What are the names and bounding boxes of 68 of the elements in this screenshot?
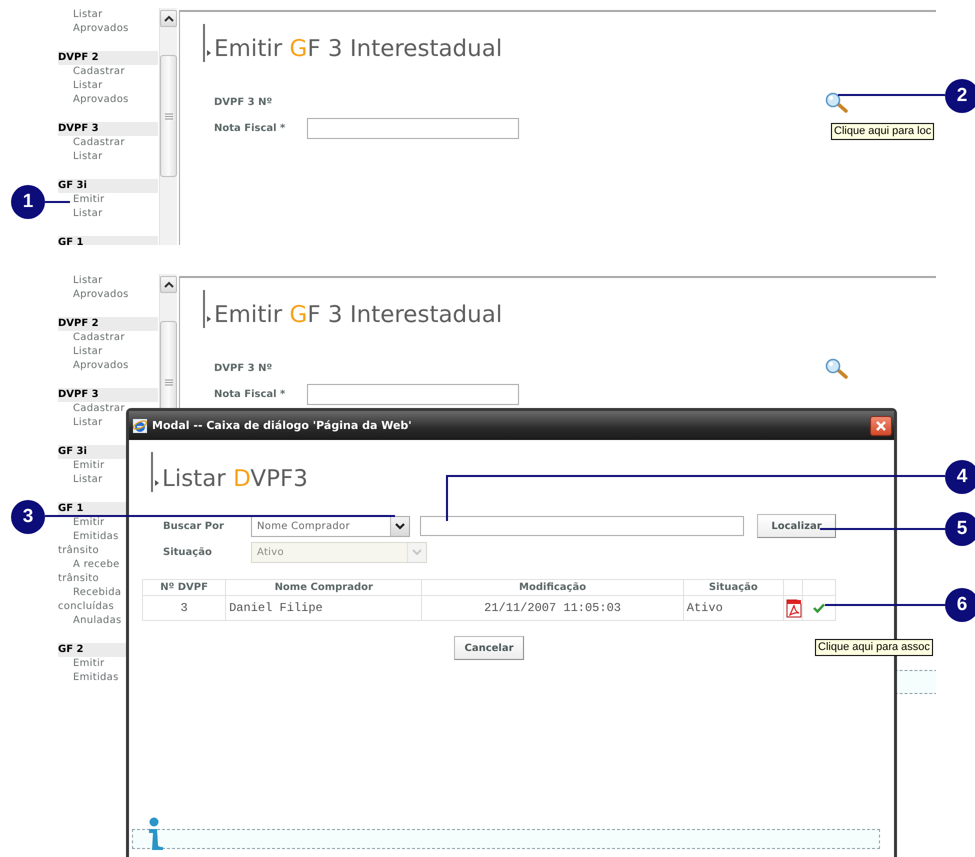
menu-link[interactable]: Cadastrar bbox=[58, 65, 158, 79]
checkmark-icon[interactable] bbox=[812, 602, 825, 613]
table-cell: 21/11/2007 11:05:03 bbox=[422, 596, 684, 620]
table-cell: 3 bbox=[142, 596, 226, 620]
search-icon[interactable] bbox=[825, 92, 849, 112]
field-label: Nota Fiscal * bbox=[214, 122, 286, 134]
scroll-up-button[interactable] bbox=[160, 10, 177, 27]
dialog-heading: Listar DVPF3 bbox=[162, 466, 308, 492]
page-title: Emitir GF 3 Interestadual bbox=[214, 302, 502, 328]
menu-heading: DVPF 2 bbox=[58, 51, 158, 65]
menu-link[interactable]: Emitir bbox=[58, 193, 158, 207]
tooltip: Clique aqui para assoc bbox=[815, 639, 933, 656]
close-button[interactable] bbox=[870, 416, 892, 436]
input-field[interactable] bbox=[307, 118, 519, 138]
bullet-icon bbox=[155, 480, 159, 486]
callout-number: 3 bbox=[11, 500, 45, 534]
caret-icon bbox=[164, 281, 174, 288]
page-title: Emitir GF 3 Interestadual bbox=[214, 36, 502, 62]
callout-number: 2 bbox=[945, 79, 975, 113]
scrollbar[interactable] bbox=[159, 8, 177, 245]
window-title: Modal -- Caixa de diálogo 'Página da Web' bbox=[152, 419, 412, 432]
menu-heading: DVPF 3 bbox=[58, 122, 158, 136]
menu-heading: DVPF 3 bbox=[58, 388, 158, 402]
menu-link[interactable]: Listar bbox=[58, 150, 158, 164]
cancel-button[interactable]: Cancelar bbox=[454, 636, 524, 660]
field-label: Buscar Por bbox=[163, 520, 225, 532]
field-label: Situação bbox=[163, 546, 213, 558]
callout-number: 6 bbox=[945, 588, 975, 622]
menu-link[interactable]: Listar bbox=[58, 345, 158, 359]
column-header: Modificação bbox=[422, 580, 684, 596]
menu-link[interactable]: Listar bbox=[58, 8, 158, 22]
column-header: Nº DVPF bbox=[142, 580, 226, 596]
menu-link[interactable]: Aprovados bbox=[58, 359, 158, 373]
close-icon bbox=[875, 420, 887, 432]
column-header: Nome Comprador bbox=[226, 580, 422, 596]
column-header: Situação bbox=[683, 580, 784, 596]
search-button[interactable]: Localizar bbox=[757, 514, 836, 538]
scrollbar-thumb[interactable] bbox=[160, 55, 177, 177]
dropdown[interactable]: Nome Comprador bbox=[251, 516, 410, 536]
leader-line bbox=[45, 201, 70, 203]
menu-heading: DVPF 2 bbox=[58, 317, 158, 331]
caret-icon bbox=[164, 15, 174, 22]
tooltip: Clique aqui para loc bbox=[831, 123, 934, 140]
input-field[interactable] bbox=[307, 384, 519, 404]
menu-link[interactable]: Aprovados bbox=[58, 22, 158, 36]
field-label: DVPF 3 Nº bbox=[214, 362, 274, 374]
menu-heading: GF 3i bbox=[58, 179, 158, 193]
menu-heading: GF 1 bbox=[58, 236, 158, 245]
menu-link[interactable]: Aprovados bbox=[58, 93, 158, 107]
menu-link[interactable]: Cadastrar bbox=[58, 136, 158, 150]
pdf-icon[interactable] bbox=[786, 598, 802, 618]
field-label: DVPF 3 Nº bbox=[214, 96, 274, 108]
menu-link[interactable]: Listar bbox=[58, 79, 158, 93]
bullet-icon bbox=[207, 316, 211, 322]
table-cell: Daniel Filipe bbox=[226, 596, 422, 620]
table-cell: Ativo bbox=[683, 596, 784, 620]
scroll-up-button[interactable] bbox=[160, 276, 177, 293]
callout-number: 4 bbox=[945, 460, 975, 494]
menu-link[interactable]: Aprovados bbox=[58, 288, 158, 302]
bullet-icon bbox=[207, 50, 211, 56]
browser-icon bbox=[132, 418, 148, 434]
callout-number: 1 bbox=[11, 185, 45, 219]
menu-link[interactable]: Cadastrar bbox=[58, 331, 158, 345]
field-label: Nota Fiscal * bbox=[214, 388, 286, 400]
menu-link[interactable]: Listar bbox=[58, 274, 158, 288]
search-field[interactable] bbox=[420, 516, 744, 536]
menu-link[interactable]: Listar bbox=[58, 207, 158, 221]
callout-number: 5 bbox=[945, 512, 975, 546]
